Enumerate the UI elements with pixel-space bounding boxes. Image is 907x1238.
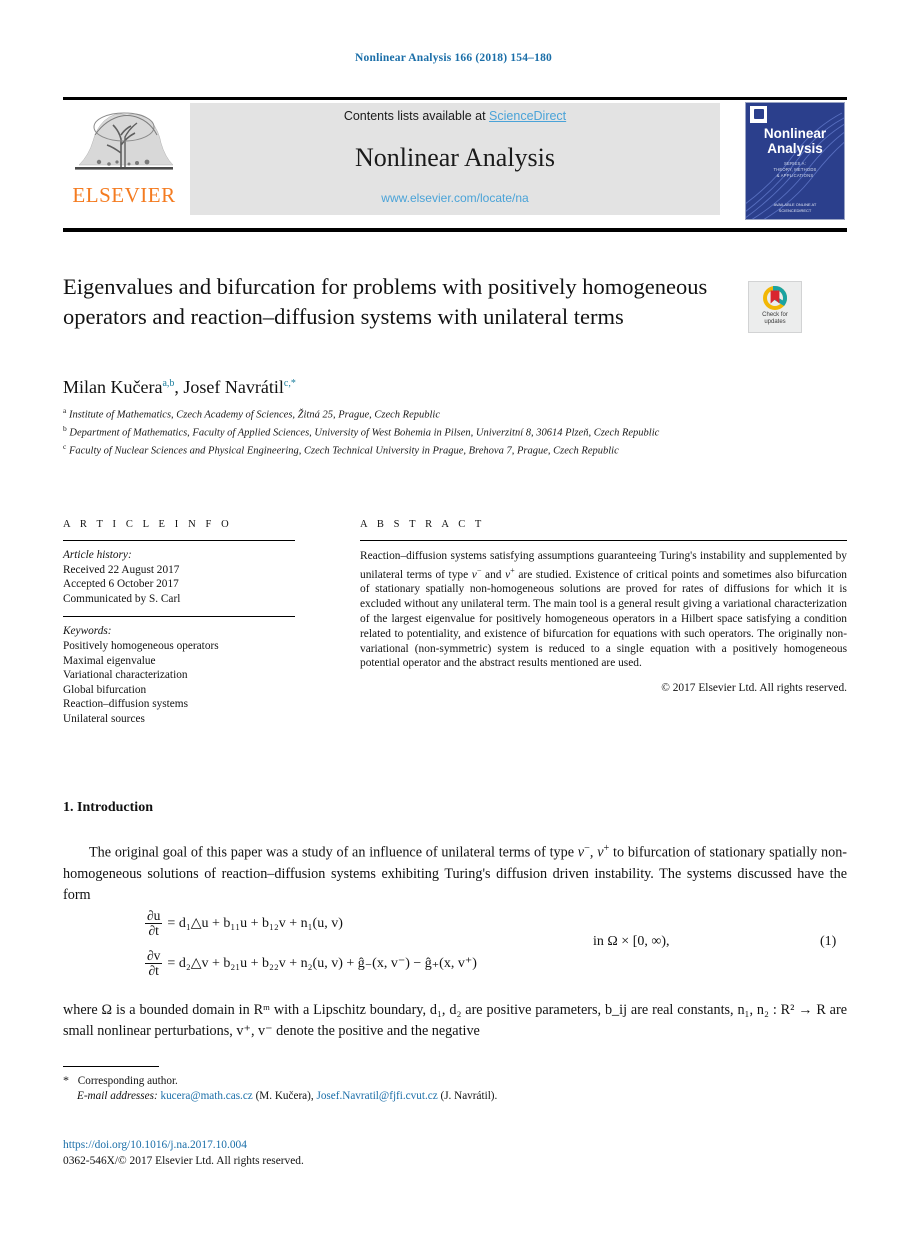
journal-cover-thumbnail[interactable]: Nonlinear Analysis SERIES A: THEORY, METHO… — [745, 102, 845, 220]
intro-paragraph-1: The original goal of this paper was a st… — [63, 843, 848, 903]
email-link-1[interactable]: kucera@math.cas.cz — [160, 1090, 252, 1102]
author-1-affil-marker: a,b — [162, 378, 175, 389]
sciencedirect-link[interactable]: ScienceDirect — [489, 109, 566, 123]
equation-domain: in Ω × [0, ∞), — [593, 934, 670, 949]
equation-line-2: ∂v ∂t = d₂△v + b₂₁u + b₂₂v + n₂(u, v) + … — [145, 943, 477, 983]
masthead-rule-top — [63, 97, 847, 100]
keyword-item: Unilateral sources — [63, 712, 145, 725]
elsevier-tree-icon — [75, 112, 174, 170]
elsevier-wordmark: ELSEVIER — [72, 183, 176, 207]
info-divider-2 — [63, 616, 295, 618]
equation-system: ∂u ∂t = d₁△u + b₁₁u + b₁₂v + n₁(u, v) ∂v… — [145, 903, 477, 983]
author-list: Milan Kučeraa,b, Josef Navrátilc,* — [63, 377, 296, 397]
masthead-rule-bottom — [63, 228, 847, 232]
keywords-block: Keywords: Positively homogeneous operato… — [63, 624, 295, 726]
abstract-copyright: © 2017 Elsevier Ltd. All rights reserved… — [661, 682, 847, 695]
equation-rhs-1: = d₁△u + b₁₁u + b₁₂v + n₁(u, v) — [167, 915, 343, 931]
affiliation-c: c Faculty of Nuclear Sciences and Physic… — [63, 441, 619, 457]
journal-band: Contents lists available at ScienceDirec… — [190, 103, 720, 215]
running-head: Nonlinear Analysis 166 (2018) 154–180 — [355, 52, 552, 64]
article-title: Eigenvalues and bifurcation for problems… — [63, 274, 708, 329]
keyword-item: Variational characterization — [63, 669, 188, 682]
info-divider-1 — [63, 540, 295, 541]
cover-footer: AVAILABLE ONLINE AT SCIENCEDIRECT — [773, 202, 817, 213]
history-accepted: Accepted 6 October 2017 — [63, 578, 179, 591]
journal-title: Nonlinear Analysis — [354, 143, 556, 172]
article-info-column: A R T I C L E I N F O Article history: R… — [63, 519, 295, 727]
contents-prefix: Contents lists available at — [343, 109, 490, 123]
partial-u-partial-t: ∂u ∂t — [145, 907, 163, 938]
abstract-text: Reaction–diffusion systems satisfying as… — [360, 550, 847, 670]
author-name-1: Milan Kučera — [63, 377, 163, 397]
history-communicated: Communicated by S. Carl — [63, 592, 181, 605]
corresponding-author-note: * Corresponding author. — [63, 1073, 178, 1087]
email-addresses: E-mail addresses: kucera@math.cas.cz (M.… — [77, 1089, 847, 1104]
affiliation-list: a Institute of Mathematics, Czech Academ… — [63, 404, 847, 458]
email-label: E-mail addresses: — [77, 1090, 158, 1102]
keyword-item: Positively homogeneous operators — [63, 639, 219, 652]
email-link-2[interactable]: Josef.Navratil@fjfi.cvut.cz — [316, 1090, 437, 1102]
author-2-affil-marker: c,* — [283, 378, 296, 389]
crossmark-badge[interactable]: Check for updates — [748, 281, 802, 333]
crossmark-label: Check for updates — [762, 312, 788, 325]
keyword-item: Maximal eigenvalue — [63, 654, 156, 667]
journal-masthead: ELSEVIER Contents lists available at Sci… — [63, 102, 847, 220]
issn-copyright-line: 0362-546X/© 2017 Elsevier Ltd. All right… — [63, 1155, 304, 1167]
abstract-divider — [360, 540, 847, 541]
keywords-label: Keywords: — [63, 625, 112, 638]
equation-number: (1) — [820, 934, 837, 949]
keyword-item: Reaction–diffusion systems — [63, 698, 188, 711]
intro-paragraph-2: where Ω is a bounded domain in Rᵐ with a… — [63, 1002, 847, 1039]
crossmark-icon — [763, 285, 787, 310]
contents-list-line: Contents lists available at ScienceDirec… — [190, 109, 720, 123]
display-equation-1: ∂u ∂t = d₁△u + b₁₁u + b₁₂v + n₁(u, v) ∂v… — [63, 903, 847, 985]
abstract-column: A B S T R A C T Reaction–diffusion syste… — [360, 519, 847, 694]
journal-url-link[interactable]: www.elsevier.com/locate/na — [190, 191, 720, 205]
equation-rhs-2: = d₂△v + b₂₁u + b₂₂v + n₂(u, v) + ĝ₋(x, … — [167, 955, 477, 971]
email-owner-1: (M. Kučera), — [255, 1090, 314, 1102]
cover-subtitle: SERIES A: THEORY, METHODS & APPLICATIONS — [773, 161, 817, 178]
doi-link[interactable]: https://doi.org/10.1016/j.na.2017.10.004 — [63, 1139, 247, 1151]
elsevier-logo: ELSEVIER — [63, 103, 185, 215]
partial-v-partial-t: ∂v ∂t — [145, 947, 163, 978]
footnote-rule — [63, 1066, 159, 1067]
affiliation-b: b Department of Mathematics, Faculty of … — [63, 423, 660, 439]
keyword-item: Global bifurcation — [63, 683, 147, 696]
section-heading-introduction: 1. Introduction — [63, 800, 153, 815]
history-label: Article history: — [63, 549, 132, 561]
author-name-2: Josef Navrátil — [183, 377, 284, 397]
article-page: Nonlinear Analysis 166 (2018) 154–180 EL… — [0, 0, 907, 1238]
history-received: Received 22 August 2017 — [63, 563, 180, 576]
article-history: Article history: Received 22 August 2017… — [63, 548, 295, 606]
abstract-heading: A B S T R A C T — [360, 519, 485, 530]
cover-title: Nonlinear Analysis — [763, 126, 827, 156]
article-info-heading: A R T I C L E I N F O — [63, 519, 233, 530]
affiliation-a: a Institute of Mathematics, Czech Academ… — [63, 406, 440, 421]
equation-line-1: ∂u ∂t = d₁△u + b₁₁u + b₁₂v + n₁(u, v) — [145, 903, 477, 943]
footnote-block: * Corresponding author. E-mail addresses… — [63, 1073, 847, 1104]
asterisk-marker: * — [63, 1073, 69, 1087]
email-owner-2: (J. Navrátil). — [440, 1090, 498, 1102]
